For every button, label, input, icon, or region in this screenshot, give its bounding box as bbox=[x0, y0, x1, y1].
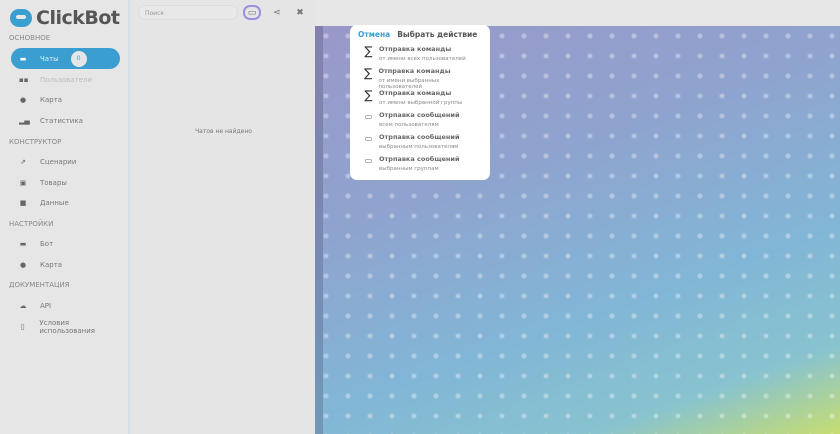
sidebar-item-label: Условия использования bbox=[39, 318, 95, 335]
sidebar-item-statistics[interactable]: ▂▄ Статистика bbox=[11, 110, 120, 131]
app-name: ClickBot bbox=[36, 7, 120, 29]
close-button[interactable]: ✖ bbox=[291, 5, 309, 20]
sigma-icon: ∑ bbox=[364, 44, 373, 58]
message-icon: ▭ bbox=[247, 7, 257, 18]
dialog-title: Выбрать действие bbox=[397, 30, 478, 39]
sidebar-item-users[interactable]: ▪▪ Пользователи bbox=[11, 69, 120, 90]
sidebar-item-label: Чаты bbox=[40, 54, 59, 63]
section-title: Настройки bbox=[9, 220, 54, 228]
logo-icon bbox=[10, 9, 32, 27]
bot-icon: ▬ bbox=[19, 239, 27, 248]
section-title: Документация bbox=[9, 281, 70, 289]
section-title: Конструктор bbox=[9, 138, 62, 146]
sidebar-item-data[interactable]: ■ Данные bbox=[11, 192, 120, 213]
sidebar-item-label: API bbox=[40, 301, 52, 310]
sidebar-item-label: Товары bbox=[40, 178, 67, 187]
sidebar-item-label: Данные bbox=[40, 198, 69, 207]
scenario-icon: ⇗ bbox=[20, 157, 26, 166]
cloud-icon: ☁ bbox=[19, 301, 27, 310]
sidebar: ClickBot Основное ▬ Чаты 0 ▪▪ Пользователи … bbox=[0, 0, 130, 434]
map-pin-icon: ● bbox=[19, 95, 27, 104]
map-pin-icon: ● bbox=[19, 260, 27, 269]
sigma-icon: ∑ bbox=[364, 66, 373, 80]
action-title: Отправка команды bbox=[379, 45, 452, 53]
action-item[interactable]: ∑ Отправка команды от имени выбранных поль… bbox=[358, 66, 482, 90]
sidebar-item-scenarios[interactable]: ⇗ Сценарии bbox=[11, 151, 120, 172]
sidebar-item-goods[interactable]: ▣ Товары bbox=[11, 172, 120, 193]
empty-chats-text: Чатов не найдено bbox=[195, 128, 252, 135]
chart-icon: ▂▄ bbox=[19, 116, 30, 125]
close-icon: ✖ bbox=[296, 7, 304, 18]
action-title: Отрпавка сообщений bbox=[379, 155, 460, 163]
sigma-icon: ∑ bbox=[364, 88, 373, 102]
message-icon: ▭ bbox=[364, 112, 373, 121]
share-icon: ⋖ bbox=[273, 7, 281, 18]
share-button[interactable]: ⋖ bbox=[268, 5, 286, 20]
sidebar-item-label: Бот bbox=[40, 239, 54, 248]
sidebar-item-bot[interactable]: ▬ Бот bbox=[11, 233, 120, 254]
sidebar-item-label: Пользователи bbox=[40, 75, 92, 84]
action-subtitle: выбранным группам bbox=[379, 166, 439, 172]
action-title: Отправка команды bbox=[378, 67, 451, 75]
goods-icon: ▣ bbox=[19, 178, 27, 187]
sidebar-item-terms[interactable]: ▯ Условия использования bbox=[11, 316, 120, 337]
action-title: Отрпавка сообщений bbox=[379, 133, 460, 141]
chat-header bbox=[315, 0, 840, 26]
action-item[interactable]: ∑ Отправка команды от имени всех пользоват… bbox=[358, 45, 482, 67]
sidebar-item-label: Статистика bbox=[40, 116, 83, 125]
search-input[interactable]: Поиск bbox=[138, 5, 238, 20]
sidebar-item-api[interactable]: ☁ API bbox=[11, 295, 120, 316]
chat-count-badge: 0 bbox=[70, 50, 87, 67]
action-subtitle: от имени всех пользователей bbox=[379, 56, 466, 62]
users-icon: ▪▪ bbox=[19, 75, 29, 84]
action-subtitle: выбранным пользователям bbox=[379, 144, 459, 150]
action-item[interactable]: ▭ Отрпавка сообщений выбранным пользовател… bbox=[358, 133, 482, 155]
document-icon: ▯ bbox=[20, 322, 25, 331]
section-title: Основное bbox=[9, 34, 51, 42]
cancel-button[interactable]: Отмена bbox=[358, 30, 390, 39]
action-subtitle: от имени выбранной группы bbox=[379, 100, 463, 106]
action-title: Отправка команды bbox=[379, 89, 452, 97]
select-action-dialog: Отмена Выбрать действие ∑ Отправка команды… bbox=[350, 25, 490, 180]
chat-list-panel bbox=[132, 0, 315, 434]
database-icon: ■ bbox=[19, 198, 27, 207]
action-item[interactable]: ▭ Отрпавка сообщений выбранным группам bbox=[358, 155, 482, 177]
message-icon: ▭ bbox=[364, 156, 373, 165]
sidebar-item-label: Карта bbox=[40, 95, 63, 104]
sidebar-item-label: Карта bbox=[40, 260, 63, 269]
action-subtitle: всем пользователям bbox=[379, 122, 439, 128]
action-item[interactable]: ∑ Отправка команды от имени выбранной груп… bbox=[358, 89, 482, 111]
sidebar-item-chats[interactable]: ▬ Чаты 0 bbox=[11, 48, 120, 69]
sidebar-item-label: Сценарии bbox=[40, 157, 77, 166]
chat-icon: ▬ bbox=[19, 54, 27, 63]
sidebar-item-map[interactable]: ● Карта bbox=[11, 89, 120, 110]
action-title: Отрпавка сообщений bbox=[379, 111, 460, 119]
message-icon: ▭ bbox=[364, 134, 373, 143]
action-item[interactable]: ▭ Отрпавка сообщений всем пользователям bbox=[358, 111, 482, 133]
logo[interactable]: ClickBot bbox=[10, 7, 120, 29]
sidebar-item-map-settings[interactable]: ● Карта bbox=[11, 254, 120, 275]
broadcast-button[interactable]: ▭ bbox=[243, 5, 261, 20]
